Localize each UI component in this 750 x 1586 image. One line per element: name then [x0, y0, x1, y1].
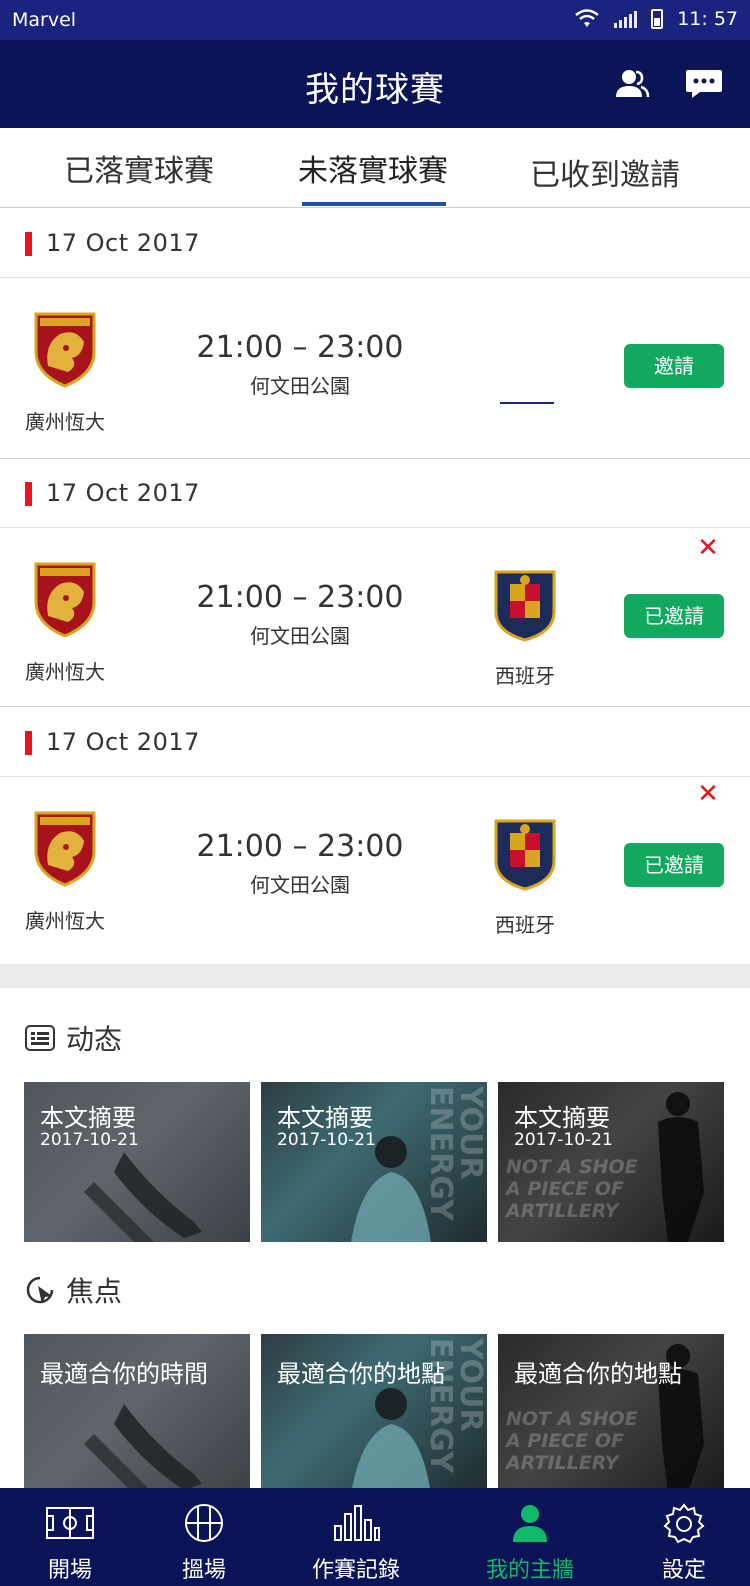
nav-label: 我的主牆 — [485, 1558, 574, 1583]
active-tab-indicator — [302, 202, 446, 206]
match-date: 17 Oct 2017 — [46, 479, 200, 507]
match-venue: 何文田公園 — [250, 873, 350, 897]
tab-invitations[interactable]: 已收到邀請 — [530, 150, 680, 194]
focus-card-title: 最適合你的地點 — [277, 1360, 445, 1388]
guangzhou-crest-icon — [34, 811, 96, 887]
match-time: 21:00 – 23:00 — [196, 829, 404, 864]
signal-icon — [614, 10, 638, 28]
home-team: 廣州恆大 — [10, 308, 120, 435]
clock: 11: 57 — [677, 8, 738, 30]
athlete-legs-image — [84, 1404, 202, 1494]
date-marker — [25, 731, 32, 755]
app-header: 我的球賽 — [0, 40, 750, 128]
battery-icon — [651, 9, 664, 29]
news-card-date: 2017-10-21 — [277, 1130, 376, 1150]
focus-card-title: 最適合你的地點 — [514, 1360, 682, 1388]
tab-bar: 已落實球賽 未落實球賽 已收到邀請 — [0, 128, 750, 208]
invite-button[interactable]: 邀請 — [624, 344, 724, 388]
match-date-row: 17 Oct 2017 — [0, 458, 750, 528]
match-card[interactable]: 廣州恆大 21:00 – 23:00 何文田公園 邀請 — [0, 278, 750, 458]
spain-crest-icon — [494, 819, 556, 891]
pitch-icon — [46, 1507, 94, 1539]
person-icon — [513, 1505, 547, 1542]
nav-game-records[interactable]: 作賽記錄 — [300, 1488, 412, 1586]
date-marker — [25, 482, 32, 506]
news-card-date: 2017-10-21 — [40, 1130, 139, 1150]
away-team-name: 西班牙 — [495, 664, 555, 688]
nav-settings[interactable]: 設定 — [632, 1488, 736, 1586]
match-time: 21:00 – 23:00 — [196, 330, 404, 365]
tab-unconfirmed[interactable]: 未落實球賽 — [298, 146, 448, 190]
match-card[interactable]: ✕ 廣州恆大 21:00 – 23:00 何文田公園 西班牙 已邀請 — [0, 528, 750, 708]
users-icon[interactable] — [612, 64, 652, 104]
wifi-icon — [575, 9, 599, 27]
spain-crest-icon — [494, 570, 556, 642]
match-date-row: 17 Oct 2017 — [0, 707, 750, 777]
home-team-name: 廣州恆大 — [25, 660, 105, 684]
dynamics-title: 动态 — [66, 1023, 123, 1056]
golfer-image — [351, 1388, 431, 1494]
nav-label: 設定 — [661, 1558, 706, 1583]
nav-open-game[interactable]: 開場 — [18, 1488, 122, 1586]
news-list-icon — [25, 1025, 55, 1051]
focus-card[interactable]: NOT A SHOE A PIECE OF ARTILLERY 最適合你的地點 — [498, 1334, 724, 1494]
home-team-name: 廣州恆大 — [25, 909, 105, 933]
news-card[interactable]: 本文摘要 2017-10-21 — [24, 1082, 250, 1242]
match-card[interactable]: ✕ 廣州恆大 21:00 – 23:00 何文田公園 西班牙 已邀請 — [0, 777, 750, 957]
date-marker — [25, 232, 32, 256]
away-team-name: 西班牙 — [495, 913, 555, 937]
section-spacer — [0, 964, 750, 988]
home-team: 廣州恆大 — [10, 558, 120, 685]
carrier-name: Marvel — [12, 9, 77, 31]
news-card[interactable]: YOUR ENERGY 本文摘要 2017-10-21 — [261, 1082, 487, 1242]
home-team-name: 廣州恆大 — [25, 410, 105, 434]
guangzhou-crest-icon — [34, 312, 96, 388]
ball-icon — [185, 1504, 223, 1542]
nav-my-wall[interactable]: 我的主牆 — [474, 1488, 586, 1586]
away-team: 西班牙 — [470, 817, 580, 938]
cursor-target-icon — [26, 1276, 54, 1304]
tab-confirmed[interactable]: 已落實球賽 — [64, 146, 214, 190]
dynamics-header: 动态 — [24, 1018, 122, 1058]
match-date-row: 17 Oct 2017 — [0, 208, 750, 278]
match-venue: 何文田公園 — [250, 624, 350, 648]
invited-button[interactable]: 已邀請 — [624, 594, 724, 638]
nav-find-pitch[interactable]: 搵場 — [152, 1488, 256, 1586]
news-card-title: 本文摘要 — [514, 1104, 610, 1132]
status-bar: Marvel 11: 57 — [0, 0, 750, 40]
news-card-title: 本文摘要 — [40, 1104, 136, 1132]
nav-label: 作賽記錄 — [311, 1558, 400, 1583]
match-date: 17 Oct 2017 — [46, 229, 200, 257]
match-time: 21:00 – 23:00 — [196, 580, 404, 615]
focus-card[interactable]: YOUR ENERGY 最適合你的地點 — [261, 1334, 487, 1494]
stats-icon — [334, 1505, 380, 1541]
opponent-placeholder — [500, 402, 554, 404]
close-icon[interactable]: ✕ — [696, 535, 720, 561]
nav-label: 開場 — [47, 1558, 92, 1583]
golfer-swing-image — [658, 1092, 704, 1242]
chat-icon[interactable] — [684, 64, 724, 104]
focus-title: 焦点 — [66, 1275, 123, 1308]
news-card-date: 2017-10-21 — [514, 1130, 613, 1150]
focus-card[interactable]: 最適合你的時間 — [24, 1334, 250, 1494]
invited-button[interactable]: 已邀請 — [624, 843, 724, 887]
home-team: 廣州恆大 — [10, 807, 120, 934]
focus-card-title: 最適合你的時間 — [40, 1360, 208, 1388]
away-team: 西班牙 — [470, 568, 580, 689]
news-card[interactable]: NOT A SHOE A PIECE OF ARTILLERY 本文摘要 2017… — [498, 1082, 724, 1242]
nav-label: 搵場 — [181, 1558, 226, 1583]
news-card-title: 本文摘要 — [277, 1104, 373, 1132]
guangzhou-crest-icon — [34, 562, 96, 638]
focus-header: 焦点 — [24, 1270, 122, 1310]
gear-icon — [663, 1503, 705, 1544]
close-icon[interactable]: ✕ — [696, 781, 720, 807]
athlete-legs-image — [84, 1152, 202, 1242]
bottom-nav: 開場 搵場 作賽記錄 我的主牆 設定 — [0, 1488, 750, 1586]
match-venue: 何文田公園 — [250, 374, 350, 398]
match-date: 17 Oct 2017 — [46, 728, 200, 756]
